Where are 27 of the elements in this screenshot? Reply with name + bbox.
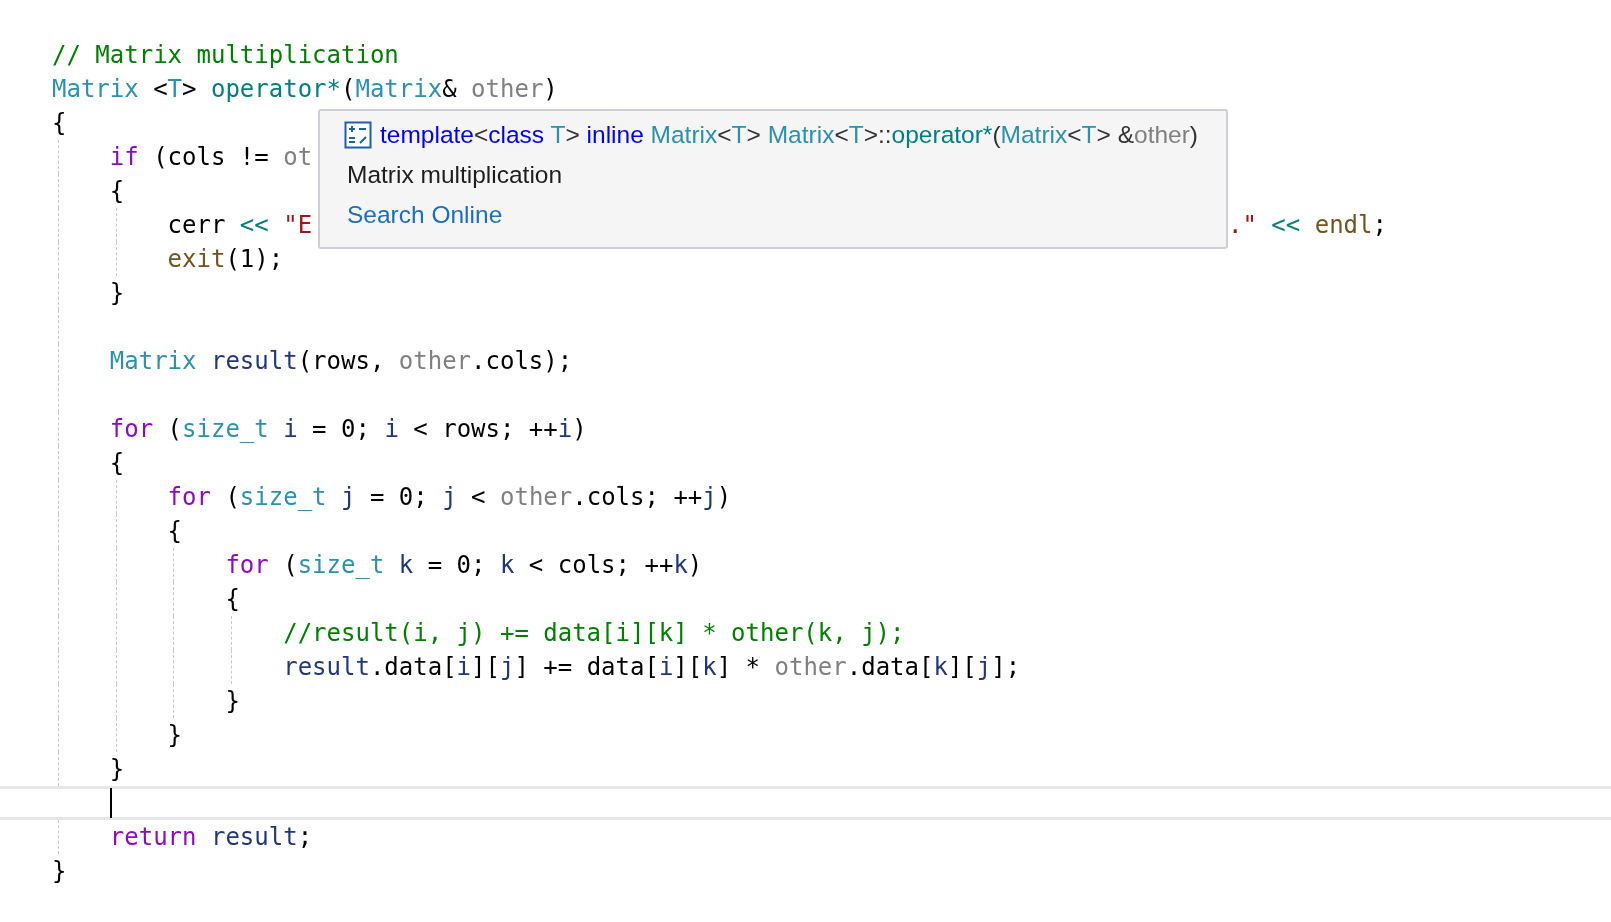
code-line: Matrix <T> operator*(Matrix& other) bbox=[52, 74, 558, 105]
code-line: for (size_t j = 0; j < other.cols; ++j) bbox=[167, 482, 732, 513]
code-line: } bbox=[109, 754, 125, 785]
code-line: ." << endl; bbox=[1228, 210, 1387, 241]
code-line: return result; bbox=[109, 822, 313, 853]
function-signature: template<class T> inline Matrix<T> Matrix<T>::operator*(Matrix<T> &other) bbox=[380, 121, 1199, 149]
code-line: { bbox=[225, 584, 240, 615]
code-line: exit(1); bbox=[167, 244, 284, 275]
code-line: result.data[i][j] += data[i][k] * other.data[k][j]; bbox=[283, 652, 1021, 683]
code-line: for (size_t k = 0; k < cols; ++k) bbox=[225, 550, 703, 581]
code-line: { bbox=[109, 176, 125, 207]
code-line: } bbox=[167, 720, 183, 751]
code-line: //result(i, j) += data[i][k] * other(k, j); bbox=[283, 618, 905, 649]
code-line: if (cols != ot bbox=[109, 142, 313, 173]
code-line: { bbox=[109, 448, 125, 479]
code-line: { bbox=[52, 108, 67, 139]
code-line: } bbox=[52, 856, 67, 887]
code-line: } bbox=[225, 686, 240, 717]
description-text: Matrix multiplication bbox=[347, 161, 564, 189]
code-line: cerr << "E bbox=[167, 210, 313, 241]
code-line: Matrix result(rows, other.cols); bbox=[109, 346, 573, 377]
code-line: { bbox=[167, 516, 183, 547]
code-line: } bbox=[109, 278, 125, 309]
search-online-link[interactable]: Search Online bbox=[347, 201, 503, 229]
code-line: // Matrix multiplication bbox=[52, 40, 399, 71]
code-line: for (size_t i = 0; i < rows; ++i) bbox=[109, 414, 587, 445]
function-icon bbox=[344, 121, 372, 149]
